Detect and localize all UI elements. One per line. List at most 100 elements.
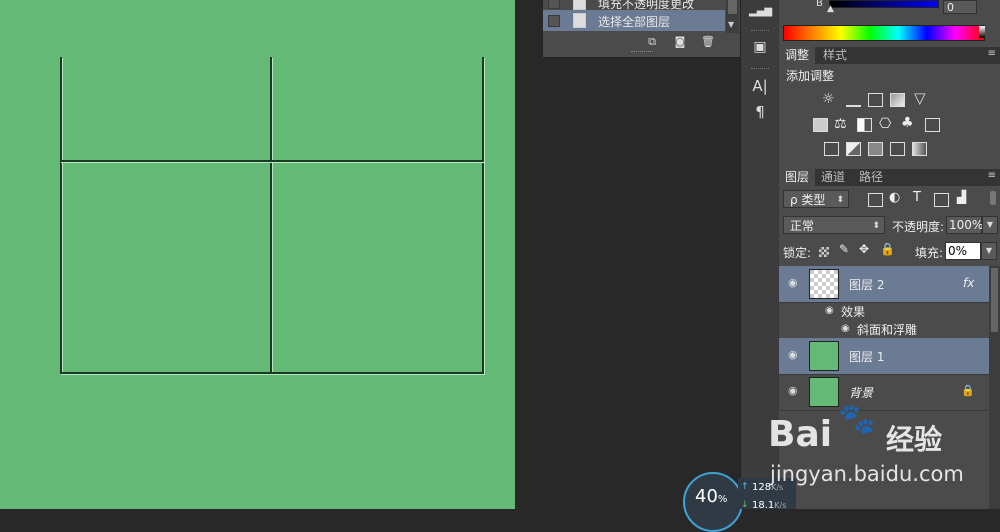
- color-panel: B ▲ 0: [779, 0, 1000, 45]
- invert-icon[interactable]: [824, 142, 839, 156]
- effects-label: 效果: [841, 305, 866, 319]
- filter-shape-icon[interactable]: [934, 193, 949, 207]
- gradient-map-icon[interactable]: [912, 142, 927, 156]
- layer-name: 图层 1: [849, 350, 885, 364]
- blue-value-input[interactable]: 0: [943, 0, 977, 14]
- black-white-icon[interactable]: [857, 118, 872, 132]
- character-icon[interactable]: A|: [749, 76, 771, 96]
- fill-dropdown-icon[interactable]: ▼: [981, 242, 997, 260]
- visibility-eye-icon[interactable]: ◉: [788, 277, 800, 289]
- scroll-thumb[interactable]: [991, 268, 998, 332]
- exposure-icon[interactable]: [890, 93, 905, 107]
- history-item-selected[interactable]: 选择全部图层: [543, 10, 725, 31]
- layer-name: 背景: [849, 386, 874, 400]
- document-icon: [573, 0, 586, 10]
- effects-eye-icon[interactable]: ◉: [825, 305, 834, 316]
- bevel-emboss-effect[interactable]: 斜面和浮雕: [857, 321, 917, 338]
- channel-mixer-icon[interactable]: ♣: [901, 115, 914, 131]
- curves-icon[interactable]: [868, 93, 883, 107]
- opacity-label: 不透明度:: [892, 220, 945, 234]
- adjust-tabbar: 调整 样式 ≡: [779, 47, 1000, 64]
- history-checkbox[interactable]: [548, 0, 560, 9]
- paragraph-icon[interactable]: ¶: [749, 102, 771, 122]
- panel-grip[interactable]: [631, 51, 653, 53]
- blue-slider[interactable]: [829, 0, 939, 8]
- hue-saturation-icon[interactable]: [813, 118, 828, 132]
- scroll-down-icon[interactable]: ▼: [728, 20, 734, 29]
- filter-pixel-icon[interactable]: [868, 193, 883, 207]
- posterize-icon[interactable]: [846, 142, 861, 156]
- photo-filter-icon[interactable]: ⎔: [879, 116, 891, 132]
- grid-line: [270, 57, 272, 373]
- selective-color-icon[interactable]: [890, 142, 905, 156]
- effect-eye-icon[interactable]: ◉: [841, 323, 850, 334]
- tab-layers[interactable]: 图层: [779, 169, 816, 186]
- threshold-icon[interactable]: [868, 142, 883, 156]
- percent-readout: 40%: [695, 486, 727, 507]
- panel-menu-icon[interactable]: ≡: [988, 48, 996, 59]
- opacity-input[interactable]: 100%: [946, 216, 983, 234]
- lock-all-icon[interactable]: 🔒: [880, 242, 895, 256]
- blend-mode-dropdown[interactable]: 正常 ⬍: [783, 216, 885, 234]
- dropdown-arrow-icon: ⬍: [872, 221, 880, 231]
- workspace-background: [515, 0, 740, 509]
- vibrance-icon[interactable]: ▽: [914, 89, 926, 107]
- visibility-eye-icon[interactable]: ◉: [788, 385, 800, 397]
- lock-label: 锁定:: [783, 246, 812, 260]
- grid-line: [60, 372, 484, 374]
- filter-kind-label: ρ 类型: [790, 193, 826, 207]
- brightness-icon[interactable]: ☼: [822, 91, 835, 107]
- layer-row-layer2[interactable]: ◉ 图层 2 fx: [779, 266, 989, 303]
- new-document-from-state-icon[interactable]: ⧉: [645, 36, 659, 48]
- color-spectrum[interactable]: [783, 25, 985, 41]
- strip-divider: [751, 30, 769, 33]
- tab-adjustments[interactable]: 调整: [779, 47, 816, 64]
- fill-label: 填充:: [915, 246, 944, 260]
- lock-pixels-icon[interactable]: ✎: [839, 242, 849, 256]
- grid-line: [60, 160, 484, 162]
- network-widget[interactable]: 40%: [683, 472, 743, 532]
- dropdown-arrow-icon: ⬍: [836, 195, 844, 205]
- percent-unit: %: [717, 494, 728, 505]
- filter-adjustment-icon[interactable]: ◐: [889, 190, 900, 205]
- lock-transparent-icon[interactable]: [819, 247, 829, 257]
- filter-smart-object-icon[interactable]: ▟: [957, 190, 966, 204]
- layers-tabbar: 图层 通道 路径 ≡: [779, 169, 1000, 186]
- filter-toggle[interactable]: [990, 191, 996, 205]
- layer-lock-icon[interactable]: 🔒: [961, 384, 975, 397]
- trash-icon[interactable]: 🗑: [701, 36, 715, 48]
- baidu-paw-icon: 🐾: [838, 402, 876, 437]
- grid-line: [482, 57, 484, 373]
- filter-type-icon[interactable]: T: [913, 190, 921, 205]
- bw-ramp: [979, 26, 985, 38]
- camera-icon[interactable]: ◙: [673, 36, 687, 48]
- properties-icon[interactable]: ▣: [749, 37, 771, 57]
- fill-input[interactable]: 0%: [945, 242, 981, 260]
- history-checkbox[interactable]: [548, 15, 560, 27]
- levels-icon[interactable]: [846, 93, 861, 107]
- strip-divider: [751, 68, 769, 71]
- history-scrollbar[interactable]: ▼: [726, 0, 739, 33]
- watermark-brand: Bai: [768, 414, 833, 455]
- tab-channels[interactable]: 通道: [815, 169, 851, 186]
- document-icon: [573, 13, 586, 28]
- layer-filter-dropdown[interactable]: ρ 类型 ⬍: [783, 190, 849, 208]
- scroll-thumb[interactable]: [728, 0, 737, 14]
- tab-styles[interactable]: 样式: [817, 47, 853, 64]
- color-balance-icon[interactable]: ⚖: [834, 116, 847, 132]
- fx-icon[interactable]: fx: [963, 276, 974, 290]
- lock-position-icon[interactable]: ✥: [859, 242, 869, 256]
- panel-menu-icon[interactable]: ≡: [988, 170, 996, 181]
- slider-handle-icon[interactable]: ▲: [827, 4, 834, 14]
- watermark-jingyan: 经验: [886, 423, 943, 456]
- opacity-dropdown-icon[interactable]: ▼: [982, 216, 998, 234]
- histogram-icon[interactable]: ▂▄▆: [749, 2, 772, 22]
- tab-paths[interactable]: 路径: [853, 169, 889, 186]
- upload-arrow-icon: ↑: [741, 482, 749, 492]
- blue-channel-label: B: [816, 0, 823, 9]
- color-lookup-icon[interactable]: [925, 118, 940, 132]
- visibility-eye-icon[interactable]: ◉: [788, 349, 800, 361]
- effects-group: ◉ 效果 ◉ 斜面和浮雕: [779, 303, 989, 338]
- layer-row-layer1[interactable]: ◉ 图层 1: [779, 338, 989, 375]
- document-canvas[interactable]: [0, 0, 515, 509]
